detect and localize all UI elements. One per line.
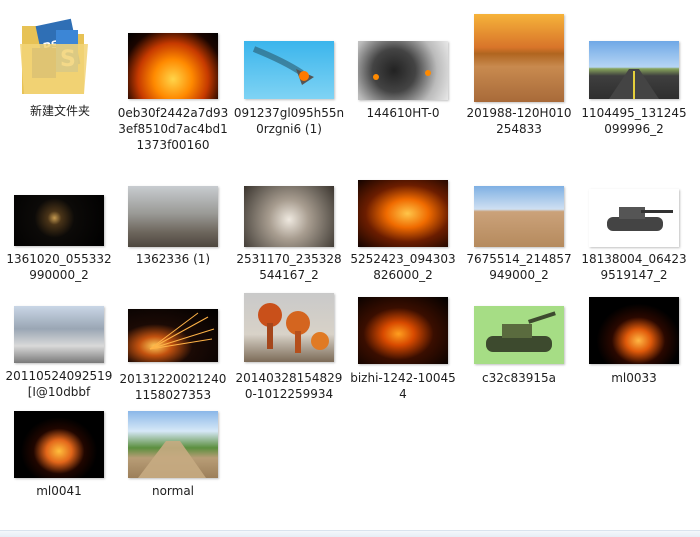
item-label: 5252423_094303826000_2 (350, 252, 456, 282)
image-item[interactable]: 201403281548290-1012259934 (233, 293, 345, 403)
wrecked-car-thumbnail (14, 306, 104, 363)
folder-icon: PSD S (18, 8, 90, 96)
image-item[interactable]: 0eb30f2442a7d933ef8510d7ac4bd11373f00160 (117, 28, 229, 178)
desert-sunset-thumbnail (474, 14, 564, 102)
file-grid: PSD S 新建文件夹 0eb30f2442a7d933ef8510d7ac4b… (0, 0, 700, 537)
item-label: normal (151, 484, 195, 498)
item-label: 091237gl095h55n0rzgni6 (1) (233, 106, 345, 136)
item-label: 1361020_055332990000_2 (6, 252, 112, 282)
folder-item[interactable]: PSD S 新建文件夹 (4, 8, 116, 118)
item-label: 201312200212401158027353 (119, 372, 227, 402)
mushroom-cloud-thumbnail (244, 293, 334, 362)
status-bar (0, 530, 700, 537)
smoke-thumbnail (358, 41, 448, 100)
ruins-thumbnail (128, 186, 218, 247)
image-item[interactable]: 201312200212401158027353 (117, 309, 229, 404)
item-label: bizhi-1242-100454 (350, 371, 456, 401)
road-thumbnail (589, 41, 679, 99)
item-label: 新建文件夹 (29, 104, 90, 118)
image-item[interactable]: 144610HT-0 (347, 40, 459, 120)
image-item[interactable]: 091237gl095h55n0rzgni6 (1) (233, 40, 345, 140)
item-label: 18138004_064239519147_2 (581, 252, 687, 282)
fire-thumbnail (589, 297, 679, 364)
image-item[interactable]: 2531170_235328544167_2 (233, 186, 345, 286)
image-item[interactable]: 1362336 (1) (117, 186, 229, 276)
image-item[interactable]: ml0033 (578, 297, 690, 392)
item-label: 1104495_131245099996_2 (581, 106, 687, 136)
item-label: 20110524092519[I@10dbbf (5, 369, 113, 399)
item-label: 201403281548290-1012259934 (235, 371, 343, 401)
rubble-explosion-thumbnail (244, 186, 334, 247)
image-item[interactable]: 1361020_055332990000_2 (3, 195, 115, 290)
explosion-thumbnail (14, 195, 104, 246)
field-thumbnail (128, 411, 218, 478)
item-label: 1362336 (1) (135, 252, 211, 266)
fire-thumbnail (128, 33, 218, 99)
item-label: 7675514_214857949000_2 (466, 252, 572, 282)
desert-plain-thumbnail (474, 186, 564, 247)
item-label: ml0033 (611, 371, 657, 385)
image-item[interactable]: 20110524092519[I@10dbbf (3, 306, 115, 406)
item-label: c32c83915a (482, 371, 556, 385)
image-item[interactable]: 201988-120H010254833 (463, 13, 575, 138)
image-item[interactable]: 18138004_064239519147_2 (578, 189, 690, 289)
jet-thumbnail (244, 41, 334, 99)
item-label: 2531170_235328544167_2 (236, 252, 342, 282)
fire-thumbnail (358, 180, 448, 247)
image-item[interactable]: 5252423_094303826000_2 (347, 180, 459, 285)
fire-thumbnail (14, 411, 104, 478)
image-item[interactable]: 7675514_214857949000_2 (463, 186, 575, 286)
item-label: 0eb30f2442a7d933ef8510d7ac4bd11373f00160 (117, 106, 229, 152)
image-item[interactable]: bizhi-1242-100454 (347, 297, 459, 402)
image-item[interactable]: c32c83915a (463, 306, 575, 396)
tank-thumbnail (474, 306, 564, 364)
item-label: ml0041 (36, 484, 82, 498)
image-item[interactable]: normal (117, 411, 229, 501)
image-item[interactable]: ml0041 (3, 411, 115, 501)
item-label: 144610HT-0 (366, 106, 440, 120)
image-item[interactable]: 1104495_131245099996_2 (578, 40, 690, 136)
item-label: 201988-120H010254833 (466, 106, 572, 136)
sparks-thumbnail (128, 309, 218, 362)
fire-thumbnail (358, 297, 448, 364)
tank-thumbnail (589, 189, 679, 247)
